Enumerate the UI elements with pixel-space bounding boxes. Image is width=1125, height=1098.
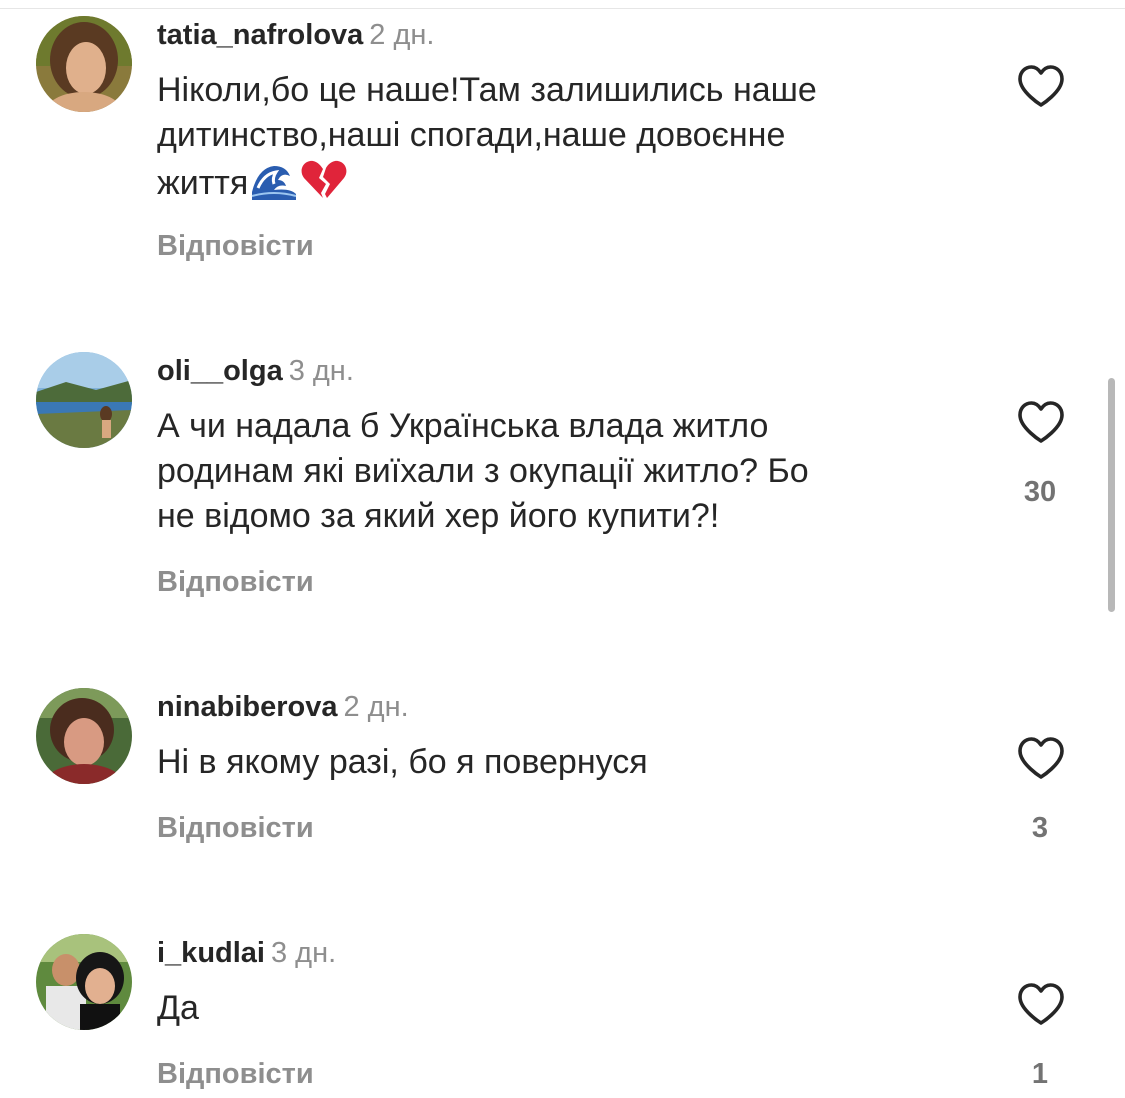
comment-text-line: Ніколи,бо це наше!Там залишились наше xyxy=(157,71,817,109)
like-count: 1 xyxy=(1031,1058,1049,1090)
comment-text-line: життя xyxy=(157,164,249,202)
comment-text-line: Да xyxy=(157,989,199,1027)
comment-text-line: А чи надала б Українська влада житло xyxy=(157,407,769,445)
timestamp: 2 дн. xyxy=(343,691,409,723)
avatar[interactable] xyxy=(36,688,132,784)
comment-text-line: родинам які виїхали з окупації житло? Бо xyxy=(157,452,809,490)
reply-button[interactable]: Відповісти xyxy=(157,812,314,845)
comment-text: А чи надала б Українська влада житло род… xyxy=(157,404,957,539)
comment-text-line: дитинство,наші спогади,наше довоєнне xyxy=(157,116,786,154)
username[interactable]: i_kudlai xyxy=(157,937,265,969)
wave-emoji xyxy=(250,158,299,212)
comment-text-line: не відомо за який хер його купити?! xyxy=(157,497,720,535)
scrollbar[interactable] xyxy=(1108,378,1115,612)
username[interactable]: tatia_nafrolova xyxy=(157,19,363,51)
heart-outline-icon xyxy=(1018,983,1064,1025)
comment-text: Ні в якому разі, бо я повернуся xyxy=(157,740,957,785)
broken-heart-emoji xyxy=(300,158,348,212)
heart-outline-icon xyxy=(1018,65,1064,107)
heart-outline-icon xyxy=(1018,401,1064,443)
like-button[interactable] xyxy=(1017,401,1065,445)
timestamp: 3 дн. xyxy=(271,937,337,969)
username[interactable]: oli__olga xyxy=(157,355,283,387)
like-count: 30 xyxy=(1023,476,1057,508)
comment-text: Да xyxy=(157,986,957,1031)
avatar[interactable] xyxy=(36,352,132,448)
reply-button[interactable]: Відповісти xyxy=(157,566,314,599)
avatar[interactable] xyxy=(36,934,132,1030)
reply-button[interactable]: Відповісти xyxy=(157,1058,314,1091)
comment-text: Ніколи,бо це наше!Там залишились наше ди… xyxy=(157,68,957,212)
like-button[interactable] xyxy=(1017,65,1065,109)
avatar[interactable] xyxy=(36,16,132,112)
like-button[interactable] xyxy=(1017,983,1065,1027)
comment-text-line: Ні в якому разі, бо я повернуся xyxy=(157,743,648,781)
like-count: 3 xyxy=(1031,812,1049,844)
heart-outline-icon xyxy=(1018,737,1064,779)
timestamp: 2 дн. xyxy=(369,19,435,51)
timestamp: 3 дн. xyxy=(288,355,354,387)
top-divider xyxy=(0,8,1125,9)
reply-button[interactable]: Відповісти xyxy=(157,230,314,263)
username[interactable]: ninabiberova xyxy=(157,691,338,723)
like-button[interactable] xyxy=(1017,737,1065,781)
